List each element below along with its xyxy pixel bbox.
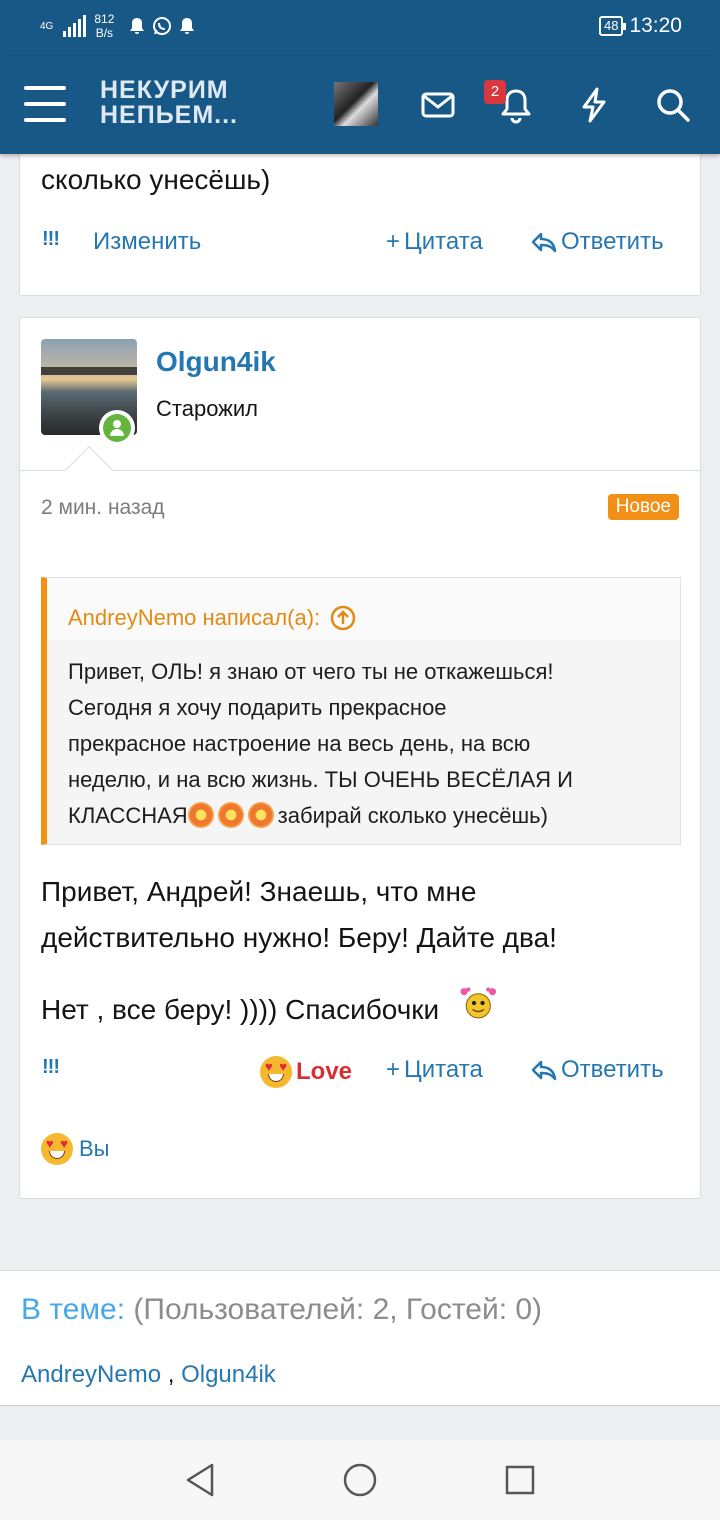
back-icon[interactable]: [184, 1462, 216, 1498]
post-text: сколько унесёшь): [41, 164, 271, 195]
new-badge: Новое: [607, 494, 679, 520]
smiley-icon: [460, 987, 497, 1019]
viewers-list: AndreyNemo , Olgun4ik: [21, 1361, 276, 1388]
network-speed: 812 B/s: [94, 12, 115, 40]
quote-block: AndreyNemo написал(а): Привет, ОЛЬ! я зн…: [41, 577, 681, 845]
viewer-link[interactable]: Olgun4ik: [181, 1361, 276, 1388]
flower-icon: [187, 802, 214, 828]
signal-icon: [63, 15, 87, 37]
notification-badge: 2: [484, 80, 506, 104]
viewers-heading: В теме: (Пользователей: 2, Гостей: 0): [21, 1293, 543, 1326]
reactions-summary[interactable]: Вы: [41, 1133, 110, 1165]
home-icon[interactable]: [342, 1462, 378, 1498]
system-nav-bar: [0, 1440, 720, 1520]
notification-bell-icon: [130, 18, 145, 34]
mail-icon[interactable]: [420, 86, 456, 122]
love-reaction-button[interactable]: Love: [260, 1056, 352, 1088]
post-actions: !!! Изменить + Цитата Ответить: [20, 228, 700, 268]
viewer-link[interactable]: AndreyNemo: [21, 1361, 161, 1388]
quote-button[interactable]: + Цитата: [386, 228, 483, 256]
battery-indicator: 48: [598, 16, 627, 36]
heart-eyes-icon: [41, 1133, 73, 1165]
user-title: Старожил: [156, 396, 259, 421]
divider: [20, 470, 700, 471]
reply-button[interactable]: Ответить: [531, 1056, 664, 1084]
lightning-icon[interactable]: [578, 86, 610, 124]
quote-text: Привет, ОЛЬ! я знаю от чего ты не откаже…: [68, 659, 573, 828]
arrow-caret: [64, 445, 114, 495]
flower-icon: [247, 802, 274, 828]
reply-button[interactable]: Ответить: [531, 228, 664, 256]
search-icon[interactable]: [654, 86, 692, 124]
quote-author[interactable]: AndreyNemo написал(а):: [47, 578, 680, 640]
recents-icon[interactable]: [504, 1464, 536, 1496]
edit-button[interactable]: Изменить: [93, 228, 201, 256]
user-avatar[interactable]: [334, 82, 378, 126]
username[interactable]: Olgun4ik: [156, 346, 276, 378]
quote-button[interactable]: + Цитата: [386, 1056, 483, 1084]
post-time[interactable]: 2 мин. назад: [41, 496, 165, 520]
report-button[interactable]: !!!: [42, 228, 60, 251]
menu-icon[interactable]: [24, 86, 66, 122]
whatsapp-icon: [153, 17, 172, 35]
plus-icon: +: [386, 1056, 401, 1083]
post-actions: !!! Love + Цитата Ответить: [20, 1056, 700, 1096]
online-status-icon: [99, 410, 135, 446]
notification-bell-icon: [180, 18, 195, 34]
heart-eyes-icon: [260, 1056, 292, 1088]
site-logo[interactable]: НЕКУРИМ НЕПЬЕМ...: [100, 78, 238, 128]
plus-icon: +: [386, 228, 401, 255]
network-type: 4G: [40, 20, 54, 32]
thread-viewers: В теме: (Пользователей: 2, Гостей: 0) An…: [0, 1270, 720, 1406]
app-header: НЕКУРИМ НЕПЬЕМ... 2: [0, 56, 720, 154]
reply-icon: [531, 1060, 557, 1081]
post-message: Привет, Андрей! Знаешь, что мне действит…: [41, 876, 557, 953]
arrow-up-circle-icon[interactable]: [330, 605, 356, 631]
report-button[interactable]: !!!: [42, 1056, 60, 1079]
reply-icon: [531, 232, 557, 253]
status-bar: 4G 812 B/s 48 13:20: [0, 0, 720, 56]
flower-icon: [217, 802, 244, 828]
clock: 13:20: [629, 14, 682, 37]
previous-post: сколько унесёшь) !!! Изменить + Цитата О…: [19, 140, 701, 296]
post-message-line: Нет , все беру! )))) Спасибочки: [41, 983, 501, 1033]
forum-post: Olgun4ik Старожил 2 мин. назад Новое And…: [19, 317, 701, 1199]
